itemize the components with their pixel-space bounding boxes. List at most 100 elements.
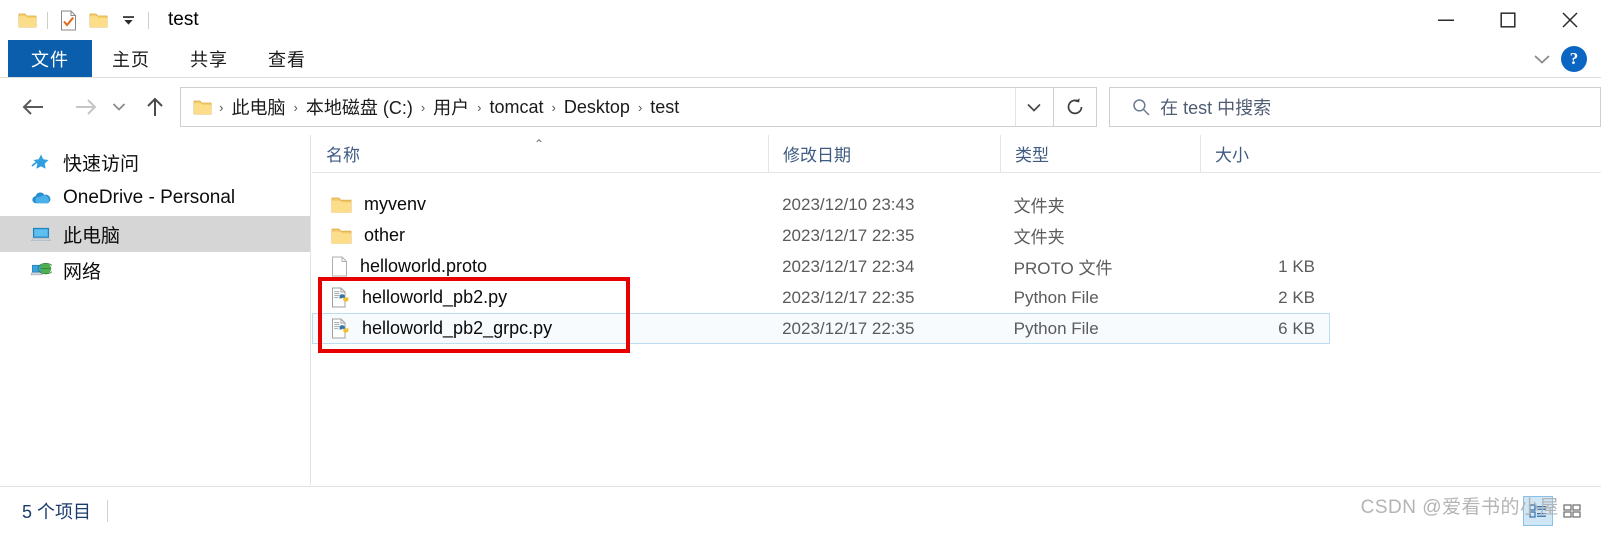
breadcrumb-separator[interactable]: › [635, 100, 645, 115]
window-controls [1415, 0, 1601, 40]
column-header-date[interactable]: 修改日期 [768, 134, 1000, 173]
qat-separator-2 [148, 11, 149, 29]
file-name-cell: other [313, 220, 768, 251]
sidebar-item-this-pc[interactable]: 此电脑 [0, 216, 310, 252]
breadcrumb-item-tomcat[interactable]: tomcat [485, 97, 549, 118]
file-name-cell: helloworld_pb2.py [313, 282, 768, 313]
folder-icon [331, 196, 352, 214]
close-button[interactable] [1539, 0, 1601, 40]
recent-locations-icon[interactable] [105, 88, 133, 126]
file-date: 2023/12/10 23:43 [782, 194, 915, 214]
file-list-pane: 名称 ⌃ 修改日期 类型 大小 myvenv 2023/12/10 23:43 … [312, 134, 1601, 485]
folder-icon[interactable] [12, 5, 42, 35]
table-row[interactable]: other 2023/12/17 22:35 文件夹 [312, 220, 1330, 251]
watermark-text: CSDN @爱看书的小屋 [1360, 497, 1559, 518]
breadcrumb-item-this-pc[interactable]: 此电脑 [226, 94, 290, 120]
maximize-button[interactable] [1477, 0, 1539, 40]
breadcrumb-folder-icon [191, 99, 216, 116]
search-input[interactable]: 在 test 中搜索 [1109, 87, 1601, 127]
help-icon[interactable]: ? [1561, 45, 1587, 72]
file-type: Python File [1013, 287, 1099, 307]
file-date: 2023/12/17 22:34 [782, 256, 915, 276]
sidebar-item-label: 此电脑 [63, 225, 121, 247]
file-type: 文件夹 [1013, 197, 1065, 216]
breadcrumb-item-local-disk[interactable]: 本地磁盘 (C:) [301, 94, 418, 120]
chevron-down-icon[interactable] [1529, 46, 1555, 72]
address-bar[interactable]: › 此电脑 › 本地磁盘 (C:) › 用户 › tomcat › Deskto… [180, 87, 1054, 127]
title-bar: test [0, 0, 1601, 40]
column-header-type[interactable]: 类型 [1000, 134, 1200, 173]
file-size [1199, 189, 1329, 220]
table-row[interactable]: helloworld_pb2_grpc.py 2023/12/17 22:35 … [312, 313, 1330, 344]
breadcrumb: › 此电脑 › 本地磁盘 (C:) › 用户 › tomcat › Deskto… [181, 94, 1015, 120]
search-placeholder: 在 test 中搜索 [1160, 98, 1272, 118]
properties-icon[interactable] [53, 5, 83, 35]
forward-button[interactable] [68, 88, 106, 126]
breadcrumb-separator[interactable]: › [549, 100, 559, 115]
sidebar-item-quick-access[interactable]: 快速访问 [0, 144, 310, 180]
python-file-icon [331, 318, 350, 339]
window-title: test [168, 9, 199, 30]
back-button[interactable] [14, 88, 52, 126]
table-row[interactable]: myvenv 2023/12/10 23:43 文件夹 [312, 189, 1330, 220]
file-date: 2023/12/17 22:35 [782, 318, 915, 338]
minimize-button[interactable] [1415, 0, 1477, 40]
file-size [1199, 220, 1329, 251]
tab-home[interactable]: 主页 [92, 40, 170, 77]
column-header-name[interactable]: 名称 ⌃ [312, 135, 768, 173]
python-file-icon [331, 287, 350, 308]
file-type: Python File [1013, 318, 1099, 338]
tab-share[interactable]: 共享 [170, 40, 248, 77]
sidebar-item-label: 网络 [63, 261, 102, 283]
breadcrumb-item-test[interactable]: test [645, 97, 684, 118]
table-row[interactable]: helloworld.proto 2023/12/17 22:34 PROTO … [312, 251, 1330, 282]
breadcrumb-separator[interactable]: › [474, 100, 484, 115]
refresh-button[interactable] [1053, 87, 1098, 127]
breadcrumb-item-desktop[interactable]: Desktop [559, 97, 635, 118]
file-date: 2023/12/17 22:35 [782, 287, 915, 307]
file-date: 2023/12/17 22:35 [782, 225, 915, 245]
ribbon-tab-bar: 文件 主页 共享 查看 ? [0, 40, 1601, 78]
address-bar-row: › 此电脑 › 本地磁盘 (C:) › 用户 › tomcat › Deskto… [0, 79, 1601, 135]
column-header-name-label: 名称 [326, 146, 360, 165]
breadcrumb-item-users[interactable]: 用户 [428, 94, 474, 120]
file-type: PROTO 文件 [1013, 259, 1113, 278]
sidebar-item-onedrive[interactable]: OneDrive - Personal [0, 180, 310, 216]
file-name: helloworld_pb2_grpc.py [362, 318, 553, 338]
large-icons-view-button[interactable] [1557, 496, 1587, 526]
sidebar-item-label: OneDrive - Personal [63, 187, 236, 208]
up-button[interactable] [137, 88, 175, 126]
file-name: myvenv [364, 194, 427, 214]
folder-icon [331, 227, 352, 245]
tab-view[interactable]: 查看 [248, 40, 326, 77]
tab-file[interactable]: 文件 [8, 40, 92, 77]
file-name: other [364, 225, 406, 245]
file-name-cell: myvenv [313, 189, 768, 220]
customize-qat-icon[interactable] [113, 5, 143, 35]
file-name-cell: helloworld_pb2_grpc.py [313, 313, 768, 344]
ribbon-right-controls: ? [1529, 40, 1601, 77]
file-size: 6 KB [1278, 318, 1315, 338]
generic-file-icon [331, 256, 348, 277]
file-type: 文件夹 [1013, 228, 1065, 247]
new-folder-icon[interactable] [83, 5, 113, 35]
navigation-pane: 快速访问 OneDrive - Personal 此电脑 网络 [0, 135, 311, 485]
breadcrumb-separator[interactable]: › [418, 100, 428, 115]
column-header-size[interactable]: 大小 [1200, 134, 1333, 173]
breadcrumb-separator[interactable]: › [290, 100, 300, 115]
this-pc-icon [30, 225, 52, 244]
sort-ascending-icon: ⌃ [534, 136, 545, 151]
address-dropdown-icon[interactable] [1014, 88, 1053, 126]
file-name-cell: helloworld.proto [313, 251, 768, 282]
sidebar-item-network[interactable]: 网络 [0, 252, 310, 288]
file-name: helloworld_pb2.py [362, 287, 508, 307]
file-rows: myvenv 2023/12/10 23:43 文件夹 other 2023/1… [312, 189, 1601, 344]
status-separator [107, 500, 109, 522]
breadcrumb-separator[interactable]: › [216, 100, 226, 115]
file-size: 2 KB [1278, 287, 1315, 307]
qat-separator-1 [47, 11, 48, 29]
network-icon [30, 261, 52, 280]
table-row[interactable]: helloworld_pb2.py 2023/12/17 22:35 Pytho… [312, 282, 1330, 313]
search-icon [1132, 98, 1150, 116]
